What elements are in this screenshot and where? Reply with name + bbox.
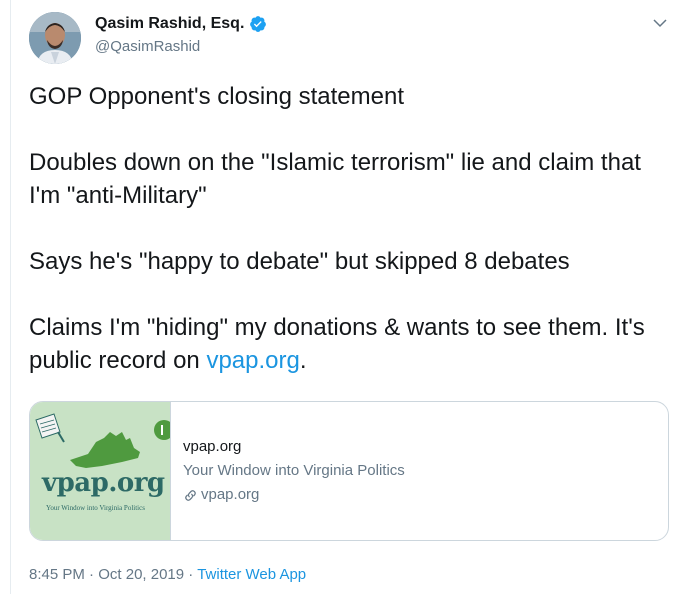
footer-separator: · xyxy=(188,566,194,583)
card-title: vpap.org xyxy=(183,438,242,455)
tweet-paragraph-end: . xyxy=(299,347,307,374)
card-logo-text: vpap.org xyxy=(42,468,165,498)
vpap-link[interactable]: vpap.org xyxy=(206,347,299,374)
author-handle[interactable]: @QasimRashid xyxy=(95,38,200,55)
tweet-paragraph: Claims I'm "hiding" my donations & wants… xyxy=(29,311,669,377)
card-description: Your Window into Virginia Politics xyxy=(183,462,405,479)
avatar-photo xyxy=(29,12,81,64)
tweet-time[interactable]: 8:45 PM xyxy=(29,566,85,583)
tweet: Qasim Rashid, Esq. @QasimRashid GOP Oppo… xyxy=(10,0,683,594)
tweet-footer: 8:45 PM · Oct 20, 2019 · Twitter Web App xyxy=(29,566,306,583)
author-name-row[interactable]: Qasim Rashid, Esq. xyxy=(95,15,267,33)
link-preview-card[interactable]: vpap.org Your Window into Virginia Polit… xyxy=(29,401,669,541)
link-icon xyxy=(185,489,196,501)
tweet-date[interactable]: Oct 20, 2019 xyxy=(98,566,184,583)
tweet-paragraph-text: Claims I'm "hiding" my donations & wants… xyxy=(29,314,645,374)
tweet-paragraph: Says he's "happy to debate" but skipped … xyxy=(29,248,570,275)
card-logo-tagline: Your Window into Virginia Politics xyxy=(46,504,145,512)
chevron-down-icon[interactable] xyxy=(651,14,669,32)
tweet-paragraph: Doubles down on the "Islamic terrorism" … xyxy=(29,149,641,209)
card-domain: vpap.org xyxy=(183,483,405,507)
tweet-paragraph: GOP Opponent's closing statement xyxy=(29,83,405,110)
source-app-link[interactable]: Twitter Web App xyxy=(197,566,306,583)
card-domain-text: vpap.org xyxy=(201,486,260,503)
author-name[interactable]: Qasim Rashid, Esq. xyxy=(95,15,244,33)
tweet-text: GOP Opponent's closing statement Doubles… xyxy=(29,80,669,377)
avatar[interactable] xyxy=(29,12,81,64)
card-body: vpap.org Your Window into Virginia Polit… xyxy=(171,402,405,540)
card-thumbnail: vpap.org Your Window into Virginia Polit… xyxy=(30,402,171,540)
footer-separator: · xyxy=(89,566,95,583)
verified-badge-icon xyxy=(249,15,267,33)
